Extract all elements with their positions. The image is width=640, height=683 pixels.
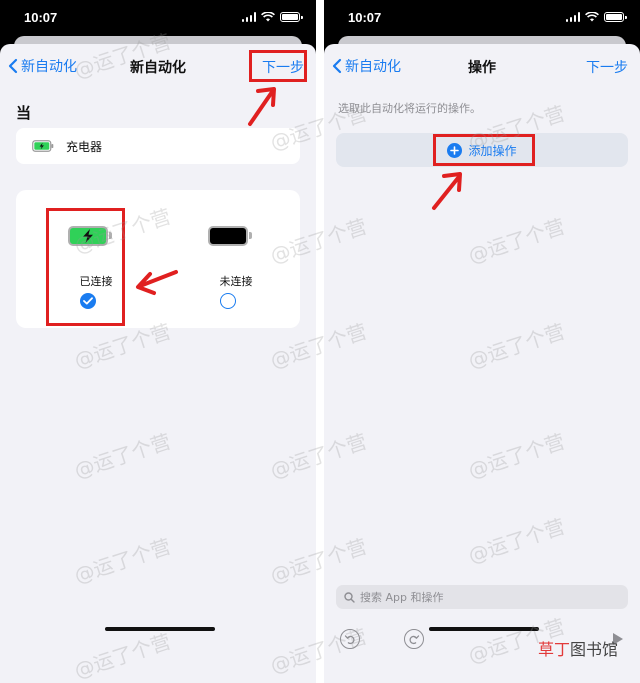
highlight-box-next [249,50,307,82]
status-time: 10:07 [24,10,58,25]
status-bar: 10:07 [324,0,640,38]
wifi-icon [585,12,599,22]
page: 10:07 新自动化 新自动化 下一步 当 充电器 已连接 未连接 10:07 … [0,0,640,683]
home-indicator [429,627,539,631]
cellular-signal-icon [565,12,580,22]
battery-empty-icon [208,226,248,246]
trigger-label: 充电器 [66,139,103,154]
red-arrow-icon [248,87,276,126]
automation-sheet: 新自动化 新自动化 下一步 当 充电器 已连接 未连接 [0,44,316,683]
status-icons [565,12,627,22]
redo-icon[interactable] [404,629,424,649]
brand-part1: 草丁 [538,640,571,659]
phone-screen-left: 10:07 新自动化 新自动化 下一步 当 充电器 已连接 未连接 [0,0,316,683]
section-heading: 当 [16,104,32,122]
charging-battery-icon [32,140,54,152]
cellular-signal-icon [241,12,256,22]
radio-unselected-icon[interactable] [220,293,236,309]
search-icon [344,591,355,603]
highlight-box-connected [46,208,125,326]
undo-icon[interactable] [340,629,360,649]
status-bar: 10:07 [0,0,316,38]
nav-bar: 新自动化 操作 下一步 [324,44,640,88]
battery-icon [280,12,303,22]
hint-text: 选取此自动化将运行的操作。 [338,102,481,115]
next-button[interactable]: 下一步 [586,57,628,77]
brand-part2: 图书馆 [570,640,619,659]
battery-cap [249,232,252,239]
option-label: 未连接 [219,275,253,288]
phone-screen-right: 10:07 新自动化 操作 下一步 选取此自动化将运行的操作。 添加操作 搜索 … [324,0,640,683]
brand-logo: 草丁图书馆 [538,636,618,660]
wifi-icon [261,12,275,22]
highlight-box-add-action [433,134,535,166]
home-indicator [105,627,215,631]
search-bar[interactable] [336,585,628,609]
status-time: 10:07 [348,10,382,25]
option-disconnected[interactable]: 未连接 [176,190,296,328]
red-arrow-icon [432,172,462,210]
red-arrow-icon [136,270,178,295]
status-icons [241,12,303,22]
trigger-card[interactable]: 充电器 [16,128,300,164]
battery-icon [604,12,627,22]
search-input[interactable] [360,590,600,604]
